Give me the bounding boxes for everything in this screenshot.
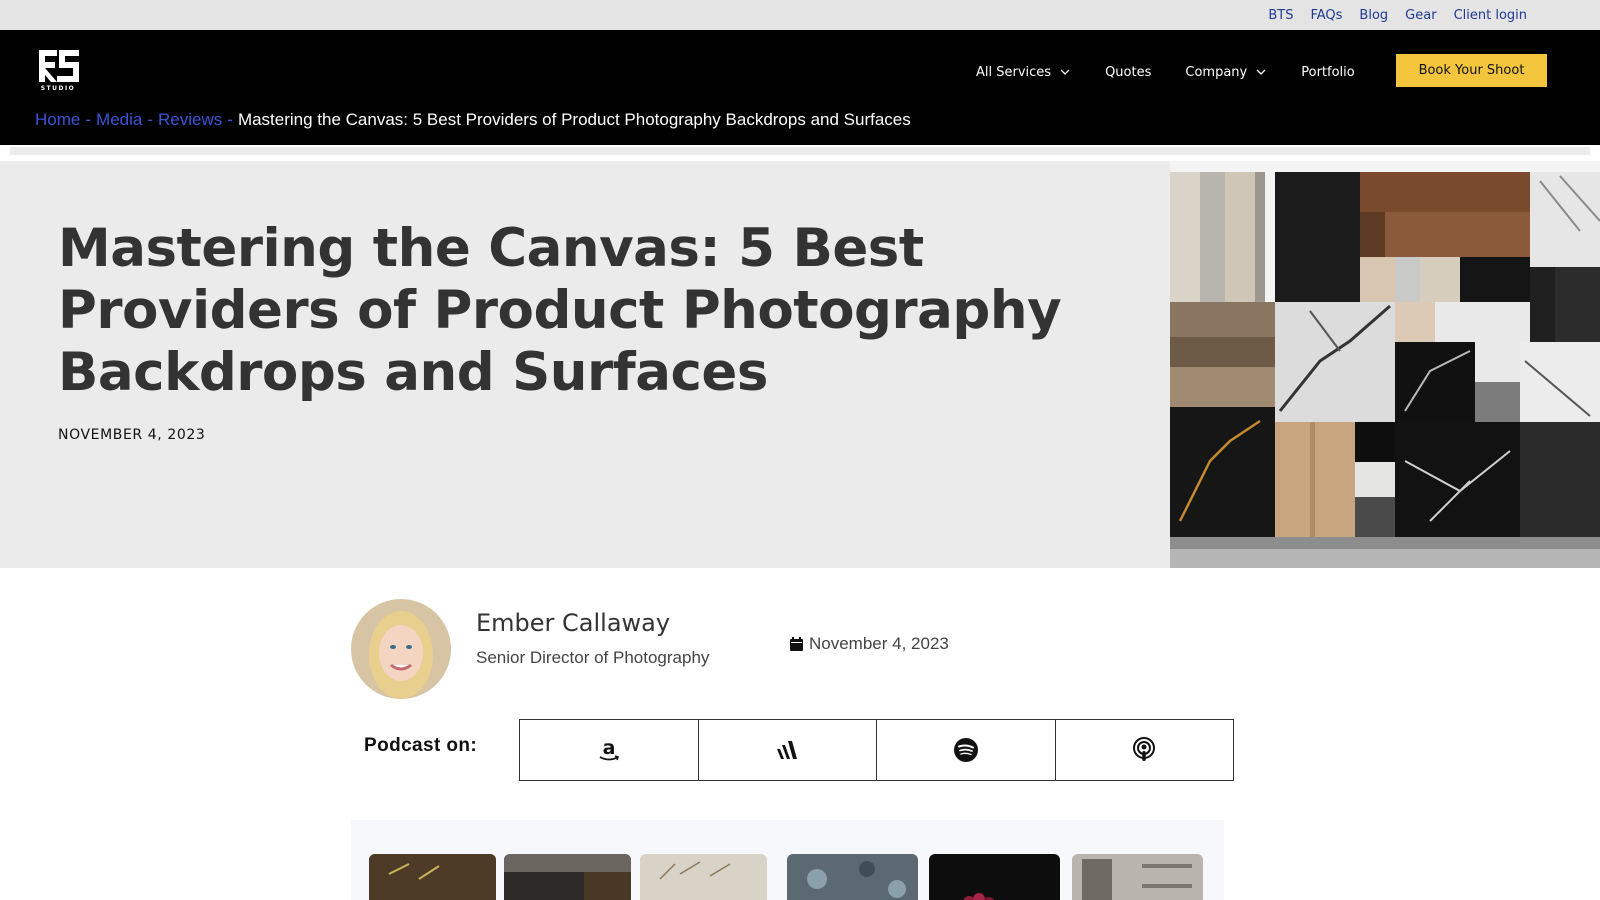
breadcrumb-separator: - [85, 110, 92, 129]
utility-bar: BTS FAQs Blog Gear Client login [0, 0, 1600, 30]
main-nav: All Services Quotes Company Portfolio [976, 58, 1389, 86]
nav-company[interactable]: Company [1185, 65, 1267, 80]
blog-link[interactable]: Blog [1359, 8, 1388, 23]
audible-button[interactable] [698, 720, 877, 780]
breadcrumb-home[interactable]: Home [35, 110, 80, 129]
nav-all-services[interactable]: All Services [976, 65, 1071, 80]
author-role: Senior Director of Photography [476, 648, 710, 667]
breadcrumb-separator: - [147, 110, 154, 129]
bts-link[interactable]: BTS [1268, 8, 1293, 23]
nav-quotes[interactable]: Quotes [1105, 65, 1151, 80]
studio-logo[interactable]: STUDIO [35, 48, 81, 92]
chevron-down-icon [1060, 69, 1070, 75]
gallery-image[interactable] [369, 854, 496, 900]
chevron-down-icon [1256, 69, 1266, 75]
book-your-shoot-button[interactable]: Book Your Shoot [1396, 54, 1547, 87]
faqs-link[interactable]: FAQs [1310, 8, 1342, 23]
breadcrumb-media[interactable]: Media [96, 110, 142, 129]
page-title: Mastering the Canvas: 5 Best Providers o… [58, 218, 1062, 403]
spotify-button[interactable] [877, 720, 1056, 780]
site-header: STUDIO All Services Quotes Company Portf… [0, 30, 1600, 145]
backdrop-gallery [351, 820, 1224, 900]
amazon-music-button[interactable]: a [520, 720, 699, 780]
gallery-image[interactable] [929, 854, 1060, 900]
podcast-links: a [519, 719, 1234, 781]
post-date: November 4, 2023 [790, 634, 949, 654]
svg-text:a: a [602, 737, 615, 759]
nav-quotes-label: Quotes [1105, 64, 1152, 80]
amazon-music-icon: a [599, 737, 619, 761]
nav-company-label: Company [1185, 64, 1248, 80]
gear-link[interactable]: Gear [1405, 8, 1436, 23]
gallery-image[interactable] [504, 854, 631, 900]
author-name[interactable]: Ember Callaway [476, 609, 670, 637]
header-divider [10, 147, 1590, 155]
apple-podcasts-button[interactable] [1055, 720, 1233, 780]
hero-date: NOVEMBER 4, 2023 [58, 427, 206, 443]
nav-portfolio-label: Portfolio [1301, 64, 1355, 80]
hero-section: Mastering the Canvas: 5 Best Providers o… [0, 161, 1170, 568]
breadcrumb-current: Mastering the Canvas: 5 Best Providers o… [237, 110, 911, 129]
calendar-icon [790, 637, 803, 651]
nav-portfolio[interactable]: Portfolio [1301, 65, 1354, 80]
author-avatar [351, 599, 451, 699]
spotify-icon [953, 738, 978, 762]
gallery-image[interactable] [1072, 854, 1203, 900]
svg-text:STUDIO: STUDIO [41, 85, 76, 92]
hero-image-surfaces [1170, 161, 1600, 568]
gallery-image[interactable] [787, 854, 918, 900]
podcast-label: Podcast on: [364, 735, 478, 756]
nav-all-services-label: All Services [976, 64, 1052, 80]
client-login-link[interactable]: Client login [1454, 8, 1527, 23]
breadcrumb-separator: - [227, 110, 233, 129]
breadcrumb-reviews[interactable]: Reviews [158, 110, 222, 129]
breadcrumb: Home - Media - Reviews - Mastering the Canvas:… [35, 110, 911, 130]
apple-podcasts-icon [1133, 737, 1156, 761]
audible-icon [777, 741, 798, 759]
gallery-image[interactable] [640, 854, 767, 900]
utility-links: BTS FAQs Blog Gear Client login [1268, 0, 1527, 30]
post-date-text: November 4, 2023 [809, 634, 949, 653]
